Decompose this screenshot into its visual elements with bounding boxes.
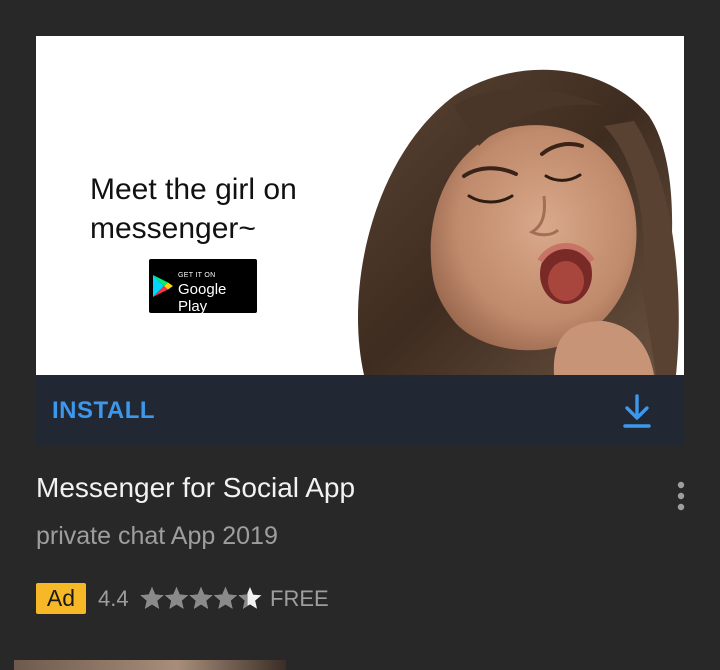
more-vertical-icon[interactable] — [668, 480, 694, 514]
app-listing-page: Meet the girl on messenger~ GET IT ON Go… — [0, 0, 720, 670]
ad-badge: Ad — [36, 583, 86, 614]
install-bar[interactable]: INSTALL — [36, 375, 684, 446]
install-button[interactable]: INSTALL — [52, 397, 155, 425]
star-filled-part — [140, 587, 164, 609]
rating-value: 4.4 — [98, 586, 129, 611]
star-filled-part — [214, 587, 237, 609]
ad-photo — [358, 69, 679, 375]
app-meta-row: Ad 4.4 FREE — [36, 582, 636, 616]
app-title[interactable]: Messenger for Social App — [36, 472, 355, 504]
app-subtitle: private chat App 2019 — [36, 522, 278, 550]
ad-banner-image[interactable]: Meet the girl on messenger~ GET IT ON Go… — [36, 36, 684, 375]
badge-small-text: GET IT ON — [178, 272, 216, 279]
google-play-logo-icon — [153, 275, 173, 297]
google-play-badge[interactable]: GET IT ON Google Play — [149, 259, 257, 315]
next-item-thumbnail[interactable] — [14, 660, 286, 670]
badge-store-name: Google Play — [178, 281, 227, 315]
star-filled-part — [165, 587, 188, 609]
star-rating-icon — [140, 587, 262, 609]
download-arrow-icon[interactable] — [622, 393, 652, 429]
price-label: FREE — [270, 586, 329, 611]
ad-card[interactable]: Meet the girl on messenger~ GET IT ON Go… — [36, 36, 684, 446]
star-filled-part — [189, 587, 213, 609]
